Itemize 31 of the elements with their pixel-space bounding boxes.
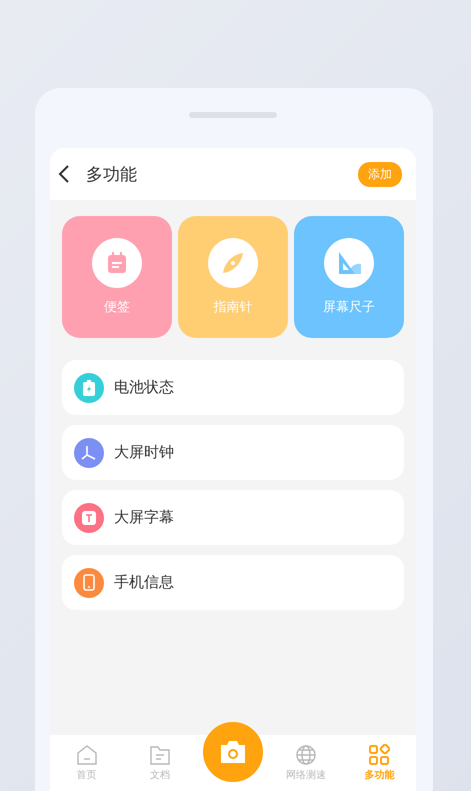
row-label: 大屏字幕	[114, 508, 174, 527]
home-icon	[76, 744, 98, 766]
add-button[interactable]: 添加	[358, 162, 402, 186]
battery-icon	[82, 380, 96, 396]
row-label: 手机信息	[114, 573, 174, 592]
tab-item[interactable]: 多功能	[342, 735, 416, 791]
tile-label: 屏幕尺子	[323, 299, 375, 316]
text-icon	[82, 510, 96, 524]
page-title: 多功能	[86, 164, 138, 186]
clock-hands-icon	[81, 444, 97, 460]
notepad-icon	[105, 251, 129, 275]
tool-tile[interactable]: 指南针	[178, 216, 288, 338]
tile-label: 指南针	[214, 299, 252, 316]
back-icon[interactable]	[58, 164, 70, 184]
grid-icon	[368, 744, 390, 766]
tool-tile[interactable]: 便签	[62, 216, 172, 338]
tool-row[interactable]: 电池状态	[62, 360, 404, 415]
phone-icon	[83, 574, 95, 591]
tile-label: 便签	[104, 299, 130, 316]
tab-item[interactable]: 网络测速	[270, 735, 343, 791]
folder-icon	[148, 744, 171, 766]
row-label: 电池状态	[114, 378, 174, 397]
tool-row[interactable]: 大屏时钟	[62, 425, 404, 480]
tab-item[interactable]: 文档	[123, 735, 196, 791]
row-label: 大屏时钟	[114, 443, 174, 462]
tool-tile[interactable]: 屏幕尺子	[294, 216, 404, 338]
tool-row[interactable]: 手机信息	[62, 555, 404, 610]
tool-row[interactable]: 大屏字幕	[62, 490, 404, 545]
compass-icon	[220, 250, 246, 276]
tab-item[interactable]: 首页	[50, 735, 124, 791]
globe-icon	[295, 744, 318, 766]
